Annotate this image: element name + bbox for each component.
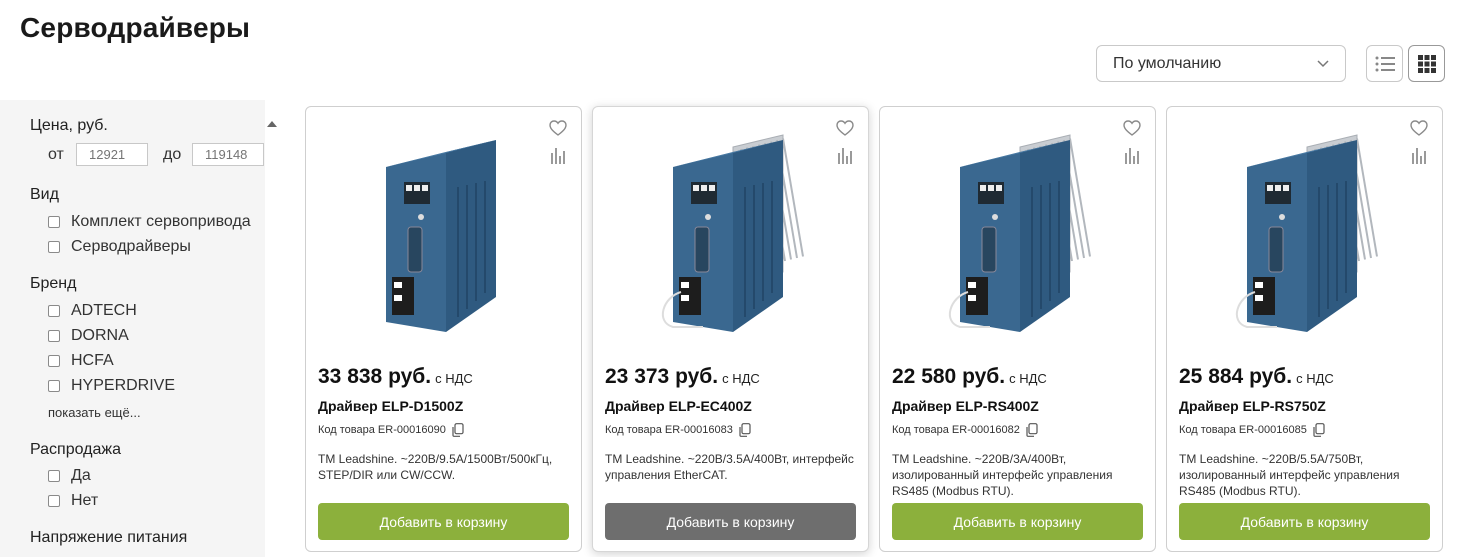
add-to-cart-button[interactable]: Добавить в корзину (892, 503, 1143, 540)
product-name[interactable]: Драйвер ELP-RS750Z (1179, 398, 1326, 414)
collapse-arrow-icon[interactable] (267, 121, 277, 127)
filter-brand-option[interactable]: ADTECH (48, 302, 137, 320)
heart-icon[interactable] (1123, 120, 1141, 136)
product-code-text: Код товара ER-00016082 (892, 424, 1020, 436)
option-label: Нет (71, 492, 99, 509)
product-price: 23 373 руб. с НДС (605, 365, 760, 389)
product-description: TM Leadshine. ~220В/5.5А/750Вт, изолиров… (1179, 452, 1400, 498)
price-from-input[interactable] (76, 143, 148, 166)
filter-brand-title: Бренд (30, 275, 77, 292)
checkbox[interactable] (48, 470, 60, 482)
price-value: 22 580 руб. (892, 365, 1006, 388)
product-name[interactable]: Драйвер ELP-RS400Z (892, 398, 1039, 414)
checkbox[interactable] (48, 355, 60, 367)
filter-sidebar (0, 100, 265, 557)
price-to-label: до (163, 146, 182, 163)
add-to-cart-button[interactable]: Добавить в корзину (605, 503, 856, 540)
checkbox[interactable] (48, 330, 60, 342)
add-to-cart-button[interactable]: Добавить в корзину (1179, 503, 1430, 540)
price-value: 33 838 руб. (318, 365, 432, 388)
vat-label: с НДС (1009, 371, 1047, 386)
vat-label: с НДС (435, 371, 473, 386)
grid-view-icon (1417, 54, 1436, 73)
filter-sale-option[interactable]: Нет (48, 492, 98, 510)
product-code: Код товара ER-00016083 (605, 423, 751, 437)
filter-brand-option[interactable]: DORNA (48, 327, 129, 345)
product-code: Код товара ER-00016085 (1179, 423, 1325, 437)
product-name[interactable]: Драйвер ELP-D1500Z (318, 398, 463, 414)
checkbox[interactable] (48, 495, 60, 507)
product-name[interactable]: Драйвер ELP-EC400Z (605, 398, 752, 414)
product-description: TM Leadshine. ~220В/3.5А/400Вт, интерфей… (605, 452, 854, 482)
sort-select-value: По умолчанию (1113, 54, 1222, 72)
filter-kind-title: Вид (30, 186, 59, 203)
option-label: Да (71, 467, 91, 484)
product-code: Код товара ER-00016082 (892, 423, 1038, 437)
product-card[interactable]: 23 373 руб. с НДС Драйвер ELP-EC400Z Код … (592, 106, 869, 552)
copy-icon[interactable] (452, 423, 464, 437)
option-label: DORNA (71, 327, 129, 344)
option-label: HCFA (71, 352, 114, 369)
filter-price-title: Цена, руб. (30, 117, 108, 134)
price-to-input[interactable] (192, 143, 264, 166)
compare-icon[interactable] (1411, 147, 1427, 165)
product-image[interactable] (1207, 127, 1397, 352)
sort-select[interactable]: По умолчанию (1096, 45, 1346, 82)
product-code-text: Код товара ER-00016083 (605, 424, 733, 436)
option-label: ADTECH (71, 302, 137, 319)
show-more-link[interactable]: показать ещё... (48, 405, 141, 420)
product-price: 22 580 руб. с НДС (892, 365, 1047, 389)
product-price: 25 884 руб. с НДС (1179, 365, 1334, 389)
product-image[interactable] (920, 127, 1110, 352)
checkbox[interactable] (48, 241, 60, 253)
product-price: 33 838 руб. с НДС (318, 365, 473, 389)
product-image[interactable] (633, 127, 823, 352)
checkbox[interactable] (48, 305, 60, 317)
add-to-cart-button[interactable]: Добавить в корзину (318, 503, 569, 540)
filter-sale-title: Распродажа (30, 441, 121, 458)
compare-icon[interactable] (837, 147, 853, 165)
vat-label: с НДС (1296, 371, 1334, 386)
product-code: Код товара ER-00016090 (318, 423, 464, 437)
filter-brand-option[interactable]: HYPERDRIVE (48, 377, 175, 395)
filter-brand-option[interactable]: HCFA (48, 352, 114, 370)
price-value: 25 884 руб. (1179, 365, 1293, 388)
heart-icon[interactable] (1410, 120, 1428, 136)
product-description: TM Leadshine. ~220В/9.5А/1500Вт/500кГц, … (318, 452, 553, 482)
heart-icon[interactable] (836, 120, 854, 136)
product-card[interactable]: 33 838 руб. с НДС Драйвер ELP-D1500Z Код … (305, 106, 582, 552)
option-label: Серводрайверы (71, 238, 191, 255)
filter-kind-option[interactable]: Комплект сервопривода (48, 213, 251, 231)
checkbox[interactable] (48, 216, 60, 228)
filter-kind-option[interactable]: Серводрайверы (48, 238, 191, 256)
option-label: Комплект сервопривода (71, 213, 251, 230)
compare-icon[interactable] (1124, 147, 1140, 165)
checkbox[interactable] (48, 380, 60, 392)
heart-icon[interactable] (549, 120, 567, 136)
product-code-text: Код товара ER-00016085 (1179, 424, 1307, 436)
copy-icon[interactable] (1026, 423, 1038, 437)
product-code-text: Код товара ER-00016090 (318, 424, 446, 436)
product-image[interactable] (346, 127, 536, 352)
vat-label: с НДС (722, 371, 760, 386)
list-view-icon (1375, 56, 1395, 71)
chevron-down-icon (1317, 60, 1329, 68)
option-label: HYPERDRIVE (71, 377, 176, 394)
filter-voltage-title: Напряжение питания (30, 529, 188, 546)
price-value: 23 373 руб. (605, 365, 719, 388)
filter-sale-option[interactable]: Да (48, 467, 91, 485)
list-view-button[interactable] (1366, 45, 1403, 82)
grid-view-button[interactable] (1408, 45, 1445, 82)
copy-icon[interactable] (739, 423, 751, 437)
copy-icon[interactable] (1313, 423, 1325, 437)
product-description: TM Leadshine. ~220В/3А/400Вт, изолирован… (892, 452, 1113, 498)
product-card[interactable]: 25 884 руб. с НДС Драйвер ELP-RS750Z Код … (1166, 106, 1443, 552)
page-title: Серводрайверы (20, 12, 251, 43)
product-card[interactable]: 22 580 руб. с НДС Драйвер ELP-RS400Z Код … (879, 106, 1156, 552)
price-from-label: от (48, 146, 64, 163)
compare-icon[interactable] (550, 147, 566, 165)
